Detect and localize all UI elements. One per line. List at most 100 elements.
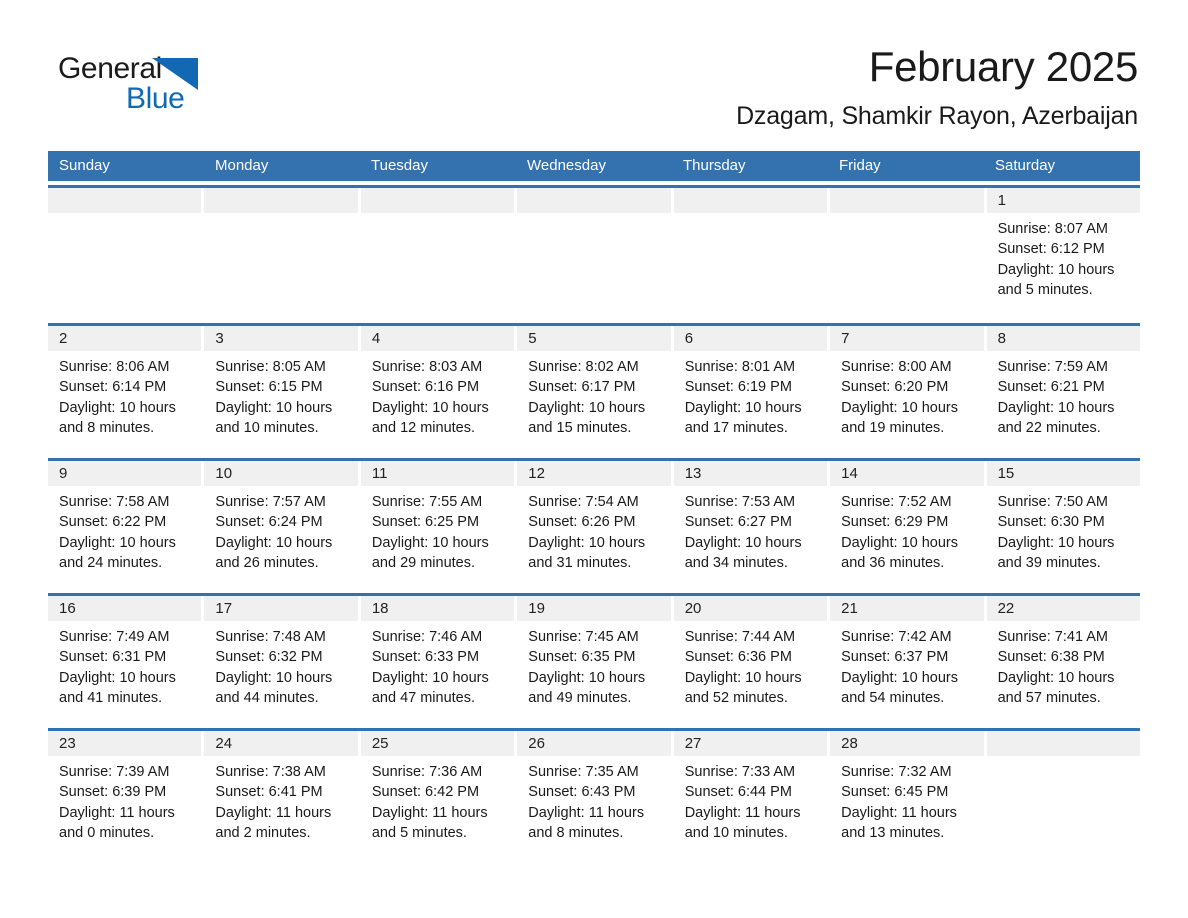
day-number xyxy=(360,188,515,214)
day-cell[interactable]: 15 Sunrise: 7:50 AM Sunset: 6:30 PM Dayligh… xyxy=(986,461,1140,587)
sunrise-text: Sunrise: 7:49 AM xyxy=(59,629,170,646)
day-details: Sunrise: 8:05 AM Sunset: 6:15 PM Daylight:… xyxy=(204,351,357,438)
day-cell[interactable]: 20 Sunrise: 7:44 AM Sunset: 6:36 PM Dayligh… xyxy=(673,596,828,722)
daylight-text-line2: and 8 minutes. xyxy=(59,419,155,436)
day-cell[interactable]: 18 Sunrise: 7:46 AM Sunset: 6:33 PM Dayligh… xyxy=(360,596,515,722)
daylight-text-line2: and 17 minutes. xyxy=(684,419,788,436)
day-cell[interactable]: 3 Sunrise: 8:05 AM Sunset: 6:15 PM Daylight… xyxy=(204,326,358,452)
daylight-text-line2: and 22 minutes. xyxy=(997,419,1101,436)
day-details: Sunrise: 7:32 AM Sunset: 6:45 PM Daylight:… xyxy=(830,756,983,843)
day-cell[interactable]: 10 Sunrise: 7:57 AM Sunset: 6:24 PM Dayligh… xyxy=(204,461,358,587)
daylight-text-line1: Daylight: 10 hours xyxy=(528,669,646,686)
day-cell[interactable]: 11 Sunrise: 7:55 AM Sunset: 6:25 PM Dayligh… xyxy=(360,461,515,587)
day-cell[interactable]: 6 Sunrise: 8:01 AM Sunset: 6:19 PM Daylight… xyxy=(673,326,828,452)
day-cell[interactable]: 21 Sunrise: 7:42 AM Sunset: 6:37 PM Dayligh… xyxy=(830,596,984,722)
sunset-text: Sunset: 6:22 PM xyxy=(59,514,167,531)
day-cell[interactable]: 25 Sunrise: 7:36 AM Sunset: 6:42 PM Dayligh… xyxy=(360,731,515,857)
sunrise-text: Sunrise: 7:45 AM xyxy=(528,629,639,646)
sunrise-text: Sunrise: 7:50 AM xyxy=(997,494,1108,511)
sunset-text: Sunset: 6:15 PM xyxy=(215,379,323,396)
day-details: Sunrise: 7:49 AM Sunset: 6:31 PM Daylight:… xyxy=(48,621,201,708)
day-cell[interactable]: 19 Sunrise: 7:45 AM Sunset: 6:35 PM Dayligh… xyxy=(517,596,671,722)
week-row: 1 Sunrise: 8:07 AM Sunset: 6:12 PM Daylight… xyxy=(48,185,1140,317)
day-cell[interactable]: 26 Sunrise: 7:35 AM Sunset: 6:43 PM Dayligh… xyxy=(517,731,671,857)
daylight-text-line2: and 41 minutes. xyxy=(59,689,163,706)
daylight-text-line1: Daylight: 10 hours xyxy=(371,399,489,416)
sunset-text: Sunset: 6:25 PM xyxy=(371,514,480,531)
day-cell[interactable]: 9 Sunrise: 7:58 AM Sunset: 6:22 PM Daylight… xyxy=(48,461,202,587)
day-number: 7 xyxy=(830,326,984,352)
sunrise-text: Sunrise: 8:06 AM xyxy=(59,359,170,376)
day-details: Sunrise: 7:33 AM Sunset: 6:44 PM Daylight:… xyxy=(674,756,827,843)
day-details xyxy=(204,213,357,219)
day-cell[interactable]: 28 Sunrise: 7:32 AM Sunset: 6:45 PM Dayligh… xyxy=(830,731,984,857)
sunset-text: Sunset: 6:16 PM xyxy=(371,379,480,396)
sunset-text: Sunset: 6:17 PM xyxy=(528,379,636,396)
daylight-text-line2: and 5 minutes. xyxy=(371,824,467,841)
daylight-text-line2: and 15 minutes. xyxy=(528,419,632,436)
day-cell[interactable] xyxy=(204,188,358,317)
page-masthead: General Blue February 2025 Dzagam, Shamk… xyxy=(48,0,1140,131)
day-cell[interactable]: 8 Sunrise: 7:59 AM Sunset: 6:21 PM Daylight… xyxy=(986,326,1140,452)
day-details: Sunrise: 7:46 AM Sunset: 6:33 PM Daylight:… xyxy=(361,621,514,708)
daylight-text-line1: Daylight: 11 hours xyxy=(59,804,175,821)
day-cell[interactable]: 13 Sunrise: 7:53 AM Sunset: 6:27 PM Dayligh… xyxy=(673,461,828,587)
day-cell[interactable] xyxy=(48,188,202,317)
daylight-text-line2: and 57 minutes. xyxy=(997,689,1101,706)
day-cell[interactable]: 17 Sunrise: 7:48 AM Sunset: 6:32 PM Dayligh… xyxy=(204,596,358,722)
day-cell[interactable]: 4 Sunrise: 8:03 AM Sunset: 6:16 PM Daylight… xyxy=(360,326,515,452)
day-cell[interactable]: 24 Sunrise: 7:38 AM Sunset: 6:41 PM Dayligh… xyxy=(204,731,358,857)
day-number xyxy=(830,188,984,214)
day-cell[interactable]: 14 Sunrise: 7:52 AM Sunset: 6:29 PM Dayligh… xyxy=(830,461,984,587)
sunset-text: Sunset: 6:32 PM xyxy=(215,649,323,666)
day-cell[interactable] xyxy=(360,188,515,317)
day-number: 10 xyxy=(204,461,358,487)
day-cell[interactable] xyxy=(517,188,671,317)
day-cell[interactable]: 16 Sunrise: 7:49 AM Sunset: 6:31 PM Dayligh… xyxy=(48,596,202,722)
day-cell[interactable]: 27 Sunrise: 7:33 AM Sunset: 6:44 PM Dayligh… xyxy=(673,731,828,857)
day-cell[interactable]: 7 Sunrise: 8:00 AM Sunset: 6:20 PM Daylight… xyxy=(830,326,984,452)
generalblue-logo[interactable]: General Blue xyxy=(48,44,208,116)
day-details xyxy=(517,213,670,219)
day-cell[interactable]: 22 Sunrise: 7:41 AM Sunset: 6:38 PM Dayligh… xyxy=(986,596,1140,722)
daylight-text-line2: and 5 minutes. xyxy=(997,281,1093,298)
day-cell[interactable] xyxy=(830,188,984,317)
day-number xyxy=(517,188,671,214)
daylight-text-line1: Daylight: 10 hours xyxy=(997,399,1115,416)
daylight-text-line2: and 52 minutes. xyxy=(684,689,788,706)
day-details: Sunrise: 7:36 AM Sunset: 6:42 PM Daylight:… xyxy=(361,756,514,843)
sunrise-text: Sunrise: 7:32 AM xyxy=(841,764,952,781)
day-cell[interactable]: 2 Sunrise: 8:06 AM Sunset: 6:14 PM Daylight… xyxy=(48,326,202,452)
weekday-header-wednesday: Wednesday xyxy=(527,157,606,175)
day-details: Sunrise: 8:03 AM Sunset: 6:16 PM Daylight:… xyxy=(361,351,514,438)
logo-text-general: General xyxy=(58,52,162,85)
day-cell[interactable]: 1 Sunrise: 8:07 AM Sunset: 6:12 PM Daylight… xyxy=(986,188,1140,317)
sunset-text: Sunset: 6:29 PM xyxy=(841,514,949,531)
daylight-text-line1: Daylight: 10 hours xyxy=(215,669,333,686)
sunset-text: Sunset: 6:36 PM xyxy=(684,649,792,666)
day-cell[interactable]: 23 Sunrise: 7:39 AM Sunset: 6:39 PM Dayligh… xyxy=(48,731,202,857)
sunrise-text: Sunrise: 7:46 AM xyxy=(371,629,483,646)
sunset-text: Sunset: 6:37 PM xyxy=(841,649,949,666)
sunrise-text: Sunrise: 7:53 AM xyxy=(684,494,796,511)
sunrise-text: Sunrise: 7:59 AM xyxy=(997,359,1108,376)
sunset-text: Sunset: 6:41 PM xyxy=(215,784,323,801)
day-details: Sunrise: 8:02 AM Sunset: 6:17 PM Daylight:… xyxy=(517,351,670,438)
day-details: Sunrise: 7:50 AM Sunset: 6:30 PM Daylight:… xyxy=(987,486,1140,573)
sunset-text: Sunset: 6:39 PM xyxy=(59,784,167,801)
day-cell[interactable] xyxy=(986,731,1140,857)
day-cell[interactable]: 12 Sunrise: 7:54 AM Sunset: 6:26 PM Dayligh… xyxy=(517,461,671,587)
day-cell[interactable] xyxy=(673,188,828,317)
sunset-text: Sunset: 6:35 PM xyxy=(528,649,636,666)
daylight-text-line1: Daylight: 10 hours xyxy=(59,534,176,551)
day-details: Sunrise: 8:00 AM Sunset: 6:20 PM Daylight:… xyxy=(830,351,983,438)
sunset-text: Sunset: 6:14 PM xyxy=(59,379,167,396)
day-cell[interactable]: 5 Sunrise: 8:02 AM Sunset: 6:17 PM Daylight… xyxy=(517,326,671,452)
day-number: 16 xyxy=(48,596,202,622)
day-number: 19 xyxy=(517,596,671,622)
day-number: 6 xyxy=(673,326,828,352)
day-number: 27 xyxy=(673,731,828,757)
day-details xyxy=(987,756,1140,762)
sunset-text: Sunset: 6:20 PM xyxy=(841,379,949,396)
sunset-text: Sunset: 6:24 PM xyxy=(215,514,323,531)
